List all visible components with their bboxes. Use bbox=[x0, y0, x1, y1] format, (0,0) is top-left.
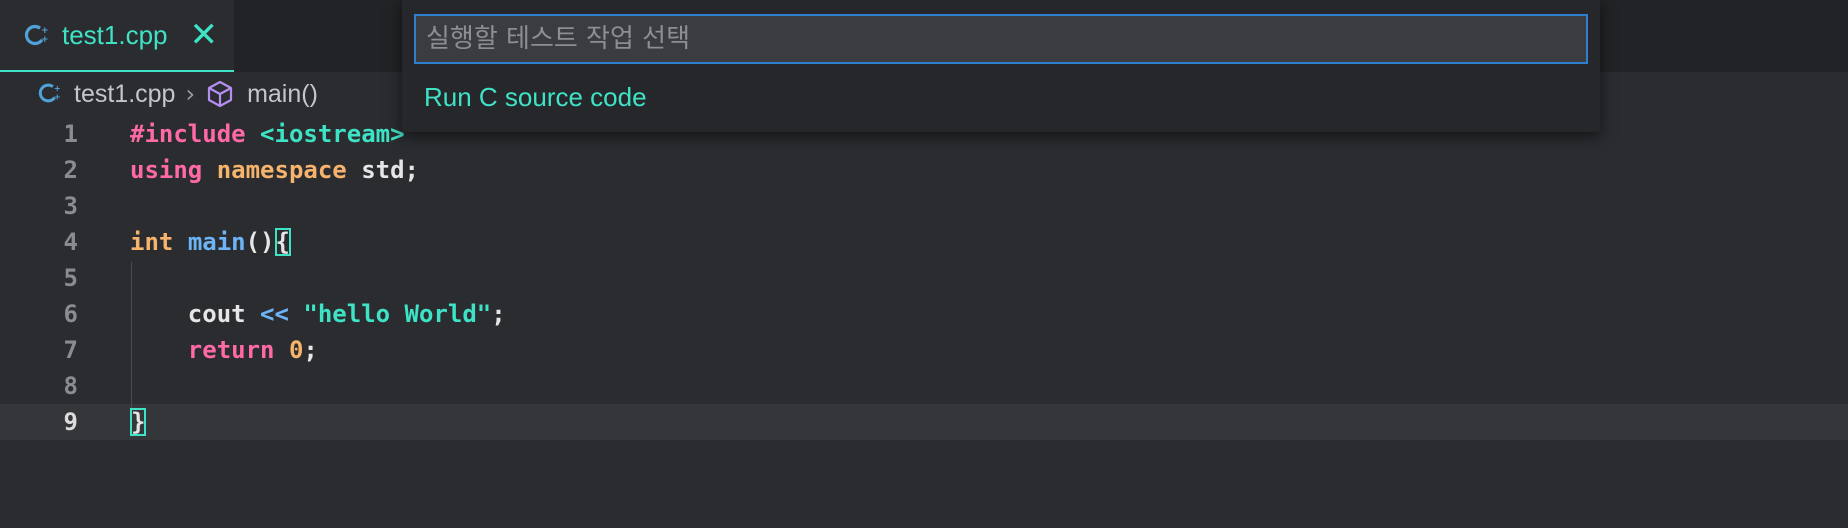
code-text: return 0; bbox=[130, 332, 318, 368]
code-line[interactable]: 3 bbox=[0, 188, 1848, 224]
code-line[interactable]: 5 bbox=[0, 260, 1848, 296]
code-token: 0 bbox=[288, 336, 304, 364]
code-token: int bbox=[130, 228, 174, 256]
line-number: 6 bbox=[63, 300, 78, 328]
cpp-file-icon: + + bbox=[38, 80, 66, 108]
code-token: ; bbox=[491, 300, 506, 328]
line-number: 1 bbox=[63, 120, 78, 148]
code-token: return bbox=[187, 336, 275, 364]
code-token: () bbox=[245, 228, 275, 256]
code-token: cout bbox=[130, 300, 261, 328]
indent-guide bbox=[131, 262, 132, 408]
code-line[interactable]: 4 int main(){ bbox=[0, 224, 1848, 260]
code-text: cout << "hello World"; bbox=[130, 296, 506, 332]
matched-bracket: } bbox=[130, 408, 147, 436]
tab-test1-cpp[interactable]: + + test1.cpp ✕ bbox=[0, 0, 234, 72]
breadcrumb: + + test1.cpp › main() bbox=[38, 76, 318, 112]
line-number: 3 bbox=[63, 192, 78, 220]
line-number: 2 bbox=[63, 156, 78, 184]
code-text: int main(){ bbox=[130, 224, 291, 260]
line-number: 5 bbox=[63, 264, 78, 292]
code-token: namespace bbox=[216, 156, 347, 184]
breadcrumb-symbol[interactable]: main() bbox=[247, 80, 318, 109]
chevron-right-icon: › bbox=[185, 80, 196, 108]
code-token: << bbox=[260, 300, 289, 328]
code-token: main bbox=[187, 228, 246, 256]
code-text: #include <iostream> bbox=[130, 116, 405, 152]
line-number: 7 bbox=[63, 336, 78, 364]
code-text: using namespace std; bbox=[130, 152, 419, 188]
code-token: #include bbox=[130, 120, 246, 148]
line-number: 9 bbox=[63, 408, 78, 436]
matched-bracket: { bbox=[274, 228, 291, 256]
code-line[interactable]: 6 cout << "hello World"; bbox=[0, 296, 1848, 332]
code-line[interactable]: 7 return 0; bbox=[0, 332, 1848, 368]
quick-pick-input[interactable]: 실행할 테스트 작업 선택 bbox=[414, 14, 1588, 64]
code-line[interactable]: 2 using namespace std; bbox=[0, 152, 1848, 188]
code-lines: 1 #include <iostream> 2 using namespace std… bbox=[0, 116, 1848, 440]
close-icon[interactable]: ✕ bbox=[190, 18, 219, 52]
line-number: 8 bbox=[63, 372, 78, 400]
cpp-file-icon: + + bbox=[24, 21, 52, 49]
code-line[interactable]: 9} bbox=[0, 404, 1848, 440]
code-token: "hello World" bbox=[303, 300, 492, 328]
tab-label: test1.cpp bbox=[62, 19, 168, 50]
code-token: <iostream> bbox=[260, 120, 405, 148]
quick-pick-item-run-c[interactable]: Run C source code bbox=[424, 82, 647, 113]
line-number: 4 bbox=[63, 228, 78, 256]
breadcrumb-file[interactable]: test1.cpp bbox=[74, 80, 175, 109]
code-token: ; bbox=[303, 336, 318, 364]
code-token: std; bbox=[346, 156, 419, 184]
code-line[interactable]: 8 bbox=[0, 368, 1848, 404]
code-token: using bbox=[130, 156, 203, 184]
cube-icon bbox=[205, 79, 235, 109]
svg-text:+: + bbox=[41, 35, 49, 45]
code-editor[interactable]: 1 #include <iostream> 2 using namespace std… bbox=[0, 116, 1848, 440]
quick-pick-panel: 실행할 테스트 작업 선택 Run C source code bbox=[402, 0, 1600, 132]
svg-text:+: + bbox=[54, 92, 61, 102]
code-text: } bbox=[130, 404, 147, 440]
